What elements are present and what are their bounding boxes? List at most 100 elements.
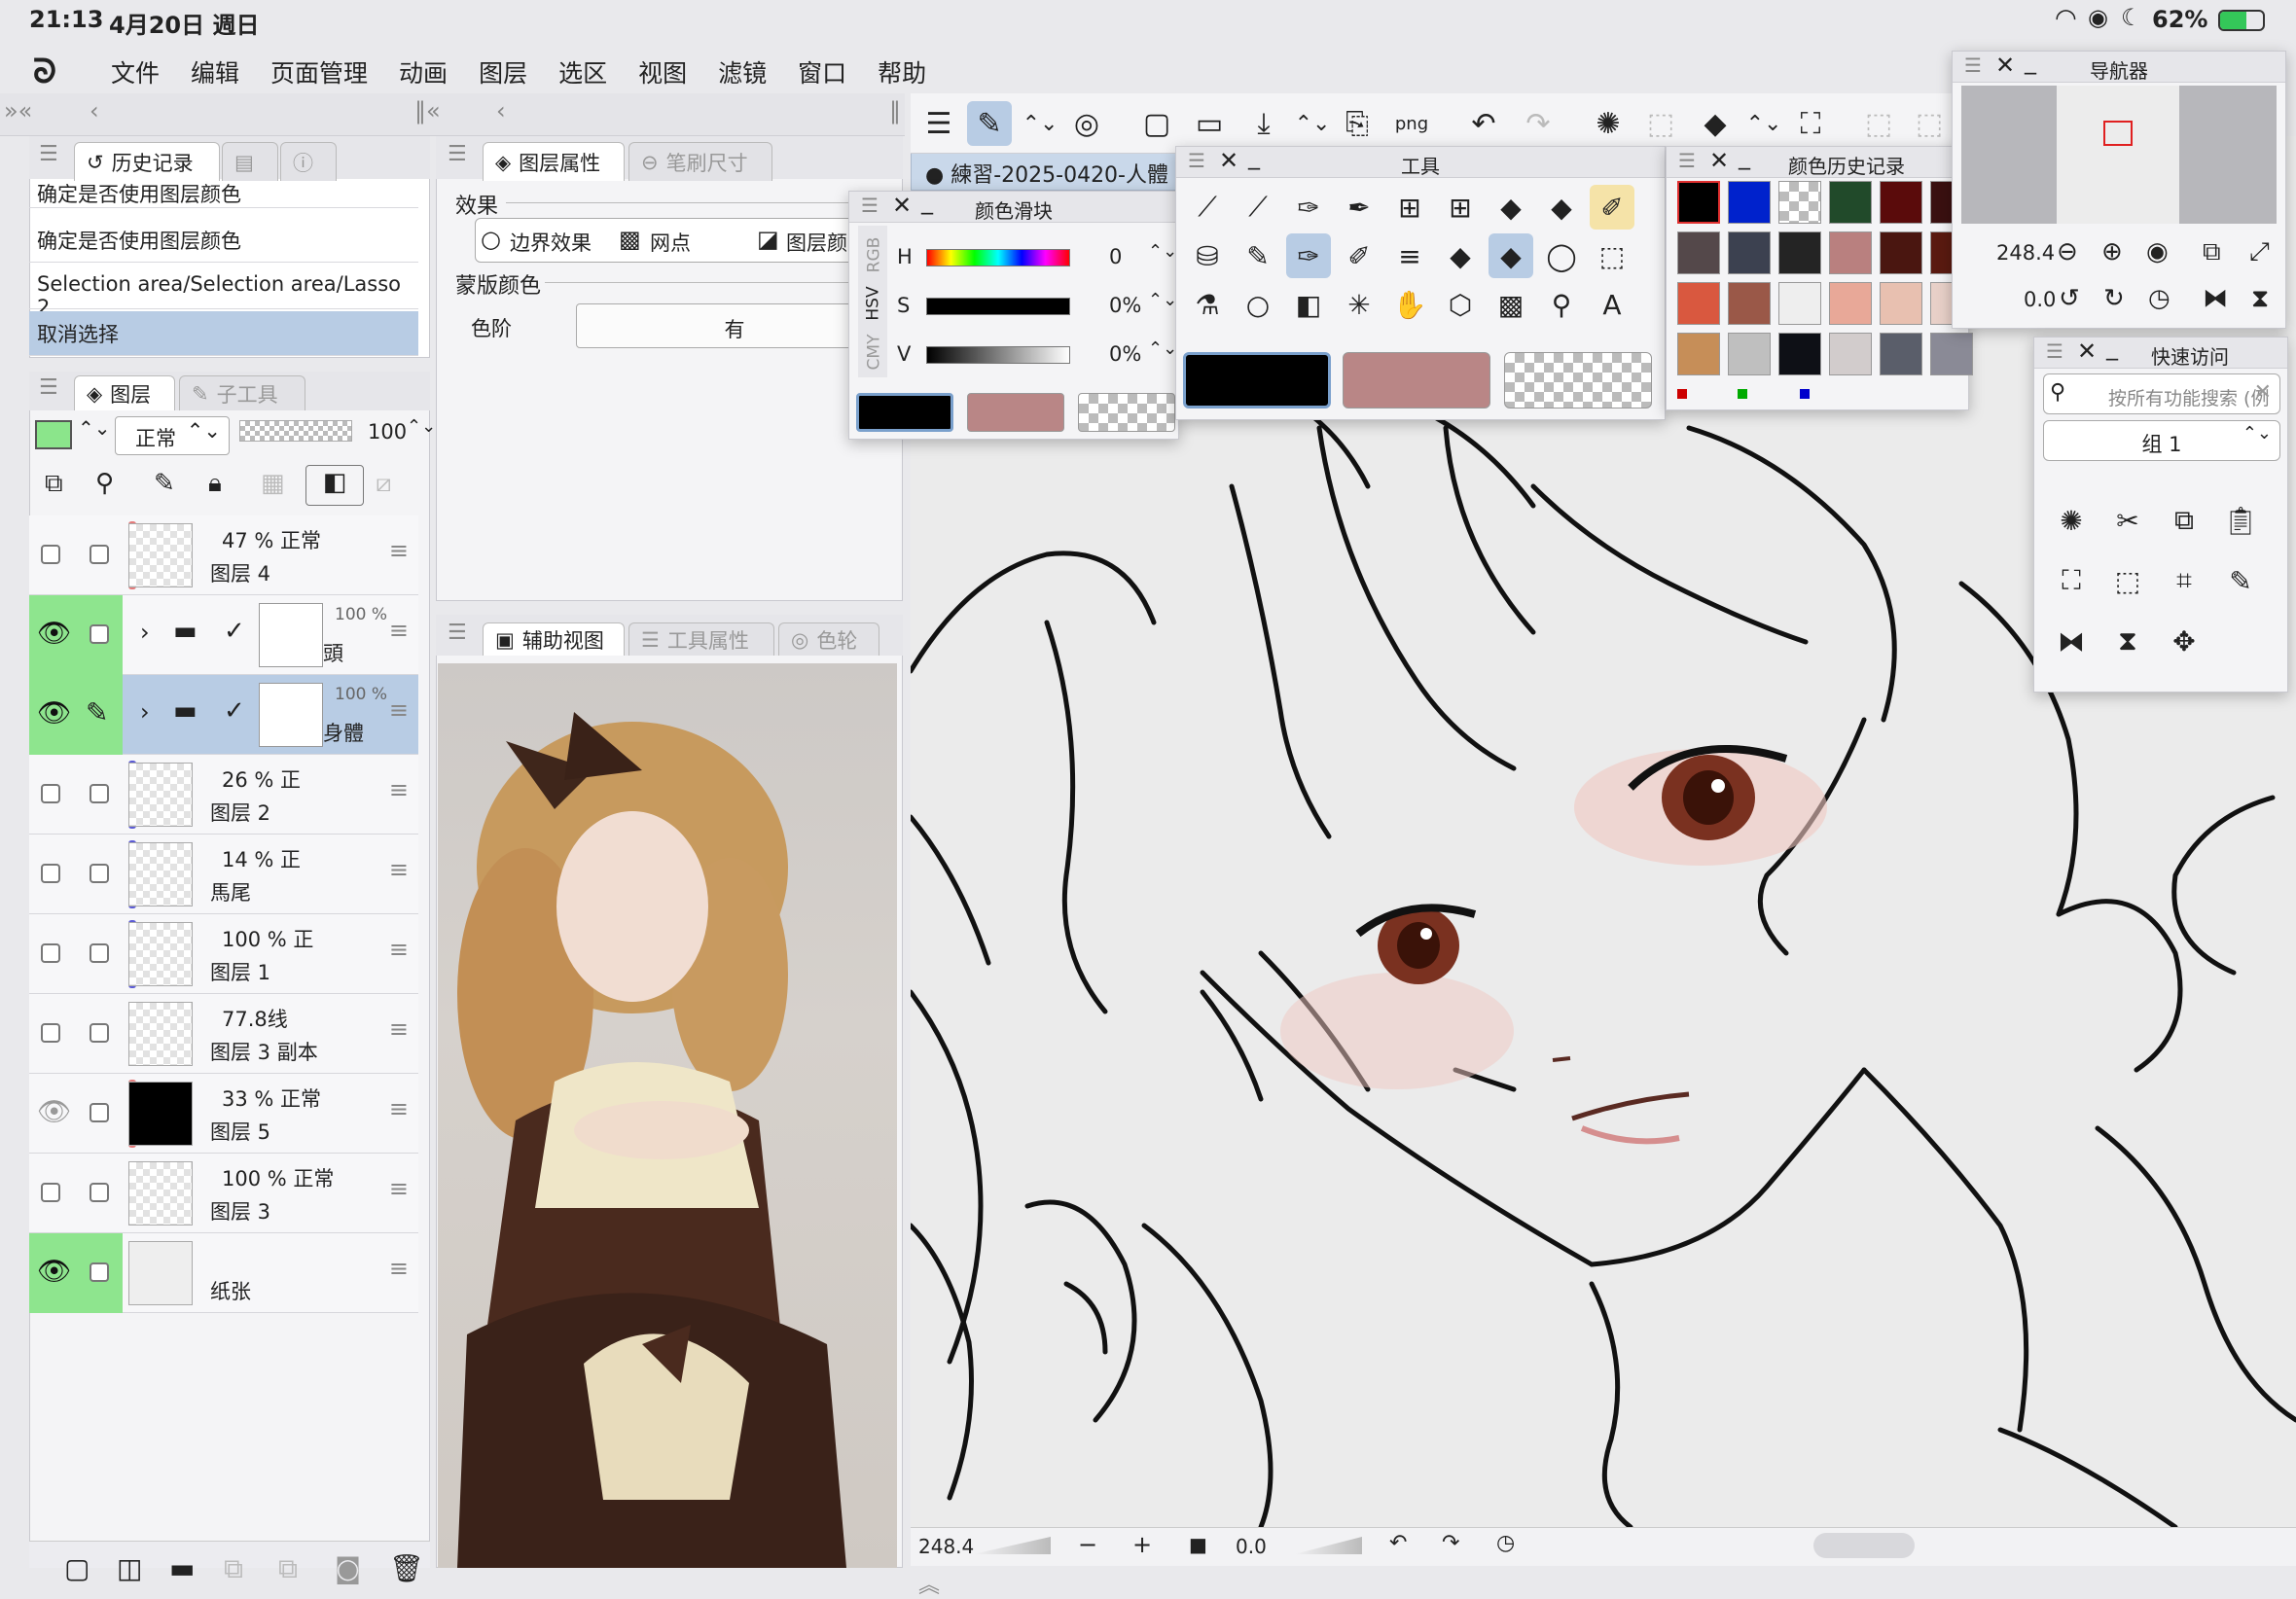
reset-angle-icon[interactable]: ◷ <box>1496 1531 1515 1555</box>
stop-square-icon[interactable]: ■ <box>1189 1533 1207 1556</box>
transparent-color-swatch[interactable] <box>1078 393 1175 432</box>
expand-up-icon[interactable]: ︽ <box>918 1568 940 1599</box>
tool-icon[interactable]: ⟋ <box>1185 185 1230 230</box>
drag-handle-icon[interactable]: ≡ <box>389 936 409 963</box>
color-swatch[interactable] <box>1829 282 1872 325</box>
crop-icon[interactable]: ⬚ <box>1907 101 1952 146</box>
navigator-rotate[interactable]: 0.0 <box>2024 288 2056 311</box>
menu-item[interactable]: 动画 <box>399 54 448 89</box>
menu-item[interactable]: 编辑 <box>191 54 239 89</box>
zoom-out-icon[interactable]: ⊖ <box>2057 237 2078 266</box>
tool-icon[interactable]: A <box>1590 282 1634 327</box>
fullscreen-icon[interactable]: ⤢ <box>2249 237 2270 267</box>
panel-menu-icon[interactable]: ☰ <box>448 621 467 645</box>
active-tool-icon[interactable]: ✎ <box>967 101 1012 146</box>
lock-checkbox[interactable] <box>90 1183 109 1202</box>
layer-name[interactable]: 纸张 <box>210 1276 251 1305</box>
effect-halftone[interactable]: 网点 <box>650 228 691 257</box>
reference-image[interactable] <box>438 663 897 1568</box>
open-folder-icon[interactable]: ▭ <box>1187 101 1232 146</box>
layer-row[interactable]: 26 % 正图层 2 ≡ <box>29 755 418 835</box>
layer-row[interactable]: 47 % 正常 图层 4 ≡ <box>29 515 418 595</box>
redo-icon[interactable]: ↷ <box>1516 101 1561 146</box>
clear-icon[interactable]: ✕ <box>2254 380 2272 405</box>
border-effect-icon[interactable]: ○ <box>481 226 501 253</box>
new-vector-layer-icon[interactable]: ◫ <box>117 1552 142 1584</box>
color-swatch[interactable] <box>1778 333 1821 375</box>
chevron-updown-icon-2[interactable]: ⌃⌄ <box>1290 101 1335 146</box>
quick-action-icon[interactable]: ⧓ <box>2049 619 2094 663</box>
blend-mode-select[interactable]: 正常 ⌃⌄ <box>115 416 230 455</box>
color-swatch[interactable] <box>1728 333 1771 375</box>
app-logo-icon[interactable]: ᘐ <box>33 53 56 91</box>
layer-name[interactable]: 頭 <box>323 638 343 667</box>
lock-checkbox[interactable] <box>90 545 109 564</box>
layer-color-swatch[interactable] <box>35 420 72 449</box>
layer-row[interactable]: 👁︎ 纸张 ≡ <box>29 1233 418 1313</box>
slider-value-v[interactable]: 0% <box>1109 342 1141 366</box>
navigator-zoom[interactable]: 248.4 <box>1996 241 2055 265</box>
scrollbar-horizontal[interactable] <box>1813 1533 1915 1558</box>
fit-icon[interactable]: ⧉ <box>2203 237 2221 267</box>
canvas-zoom[interactable]: 248.4 <box>918 1535 974 1558</box>
tool-icon[interactable]: ⊞ <box>1438 185 1483 230</box>
color-swatch[interactable] <box>1930 333 1973 375</box>
lock-checkbox[interactable] <box>90 784 109 803</box>
quick-action-icon[interactable]: ⧉ <box>2162 498 2206 543</box>
spiral-icon[interactable]: ◎ <box>1064 101 1109 146</box>
history-item[interactable]: Selection area/Selection area/Lasso 2 <box>29 265 418 319</box>
navigator-preview[interactable] <box>1961 86 2277 224</box>
layer-row[interactable]: 👁︎ ✎ › ▬ ✓ 100 % 身體 ≡ <box>29 675 418 755</box>
tab-cmy[interactable]: CMY <box>864 335 883 371</box>
lock-alpha-icon[interactable]: ▦ <box>261 469 285 498</box>
drag-handle-icon[interactable]: ≡ <box>389 1015 409 1043</box>
tool-sub-color[interactable] <box>1343 352 1490 409</box>
rotate-right-icon[interactable]: ↷ <box>1442 1531 1459 1555</box>
color-swatch[interactable] <box>1728 181 1771 224</box>
color-swatch[interactable] <box>1829 181 1872 224</box>
tab-history[interactable]: ↺ 历史记录 <box>74 142 220 181</box>
tool-icon[interactable]: ✎ <box>1236 233 1280 278</box>
tool-icon[interactable]: ○ <box>1236 282 1280 327</box>
quick-action-icon[interactable]: ⌗ <box>2162 558 2206 603</box>
layer-row[interactable]: 14 % 正馬尾 ≡ <box>29 835 418 914</box>
tool-icon[interactable]: ⬚ <box>1590 233 1634 278</box>
lock-checkbox[interactable] <box>90 1103 109 1122</box>
quick-action-icon[interactable]: ✎ <box>2218 558 2263 603</box>
drag-handle-icon[interactable]: ≡ <box>389 856 409 883</box>
quick-action-icon[interactable]: ✂ <box>2105 498 2150 543</box>
slider-value-h[interactable]: 0 <box>1109 245 1122 268</box>
save-icon[interactable]: ⤓ <box>1241 101 1286 146</box>
drag-handle-icon[interactable]: ≡ <box>389 1255 409 1282</box>
lock-checkbox[interactable] <box>90 1023 109 1043</box>
tab-layers[interactable]: ◈ 图层 <box>74 375 175 410</box>
drag-handle-icon[interactable]: ≡ <box>389 617 409 644</box>
layer-name[interactable]: 图层 3 副本 <box>210 1037 318 1066</box>
eye-icon[interactable]: 👁︎ <box>37 1255 72 1287</box>
export-icon[interactable]: ⎘ <box>1335 101 1380 146</box>
tool-icon[interactable]: ⟋ <box>1236 185 1280 230</box>
quick-action-icon[interactable]: 📋︎ <box>2218 498 2263 543</box>
mask-off-icon[interactable]: ⧄ <box>376 469 392 499</box>
eye-icon[interactable]: 👁︎ <box>37 696 72 728</box>
tool-main-color[interactable] <box>1183 352 1331 409</box>
tab-subtool[interactable]: ✎ 子工具 <box>179 375 305 410</box>
menu-item[interactable]: 文件 <box>111 54 160 89</box>
tool-icon[interactable]: ⚗ <box>1185 282 1230 327</box>
canvas-angle[interactable]: 0.0 <box>1236 1535 1267 1558</box>
deselect-icon[interactable]: ⬚ <box>1856 101 1901 146</box>
visibility-checkbox[interactable] <box>41 1023 60 1043</box>
lock-icon[interactable]: 🔒︎ <box>208 469 222 499</box>
menu-item[interactable]: 选区 <box>558 54 607 89</box>
fill-icon[interactable]: ◆ <box>1693 101 1738 146</box>
new-raster-layer-icon[interactable]: ▢ <box>64 1552 90 1584</box>
color-swatch[interactable] <box>1880 282 1922 325</box>
tool-icon[interactable]: ▩ <box>1489 282 1533 327</box>
transform-icon[interactable]: ⛶ <box>1788 101 1833 146</box>
quick-action-icon[interactable]: ⧗ <box>2105 619 2150 663</box>
chevron-right-icon[interactable]: › <box>140 619 150 646</box>
tab-history-2[interactable]: ▤ <box>222 142 278 181</box>
color-swatch[interactable] <box>1677 282 1720 325</box>
plus-icon[interactable]: + <box>1132 1531 1152 1558</box>
splitter-icon-2[interactable]: ‖ <box>889 97 901 124</box>
